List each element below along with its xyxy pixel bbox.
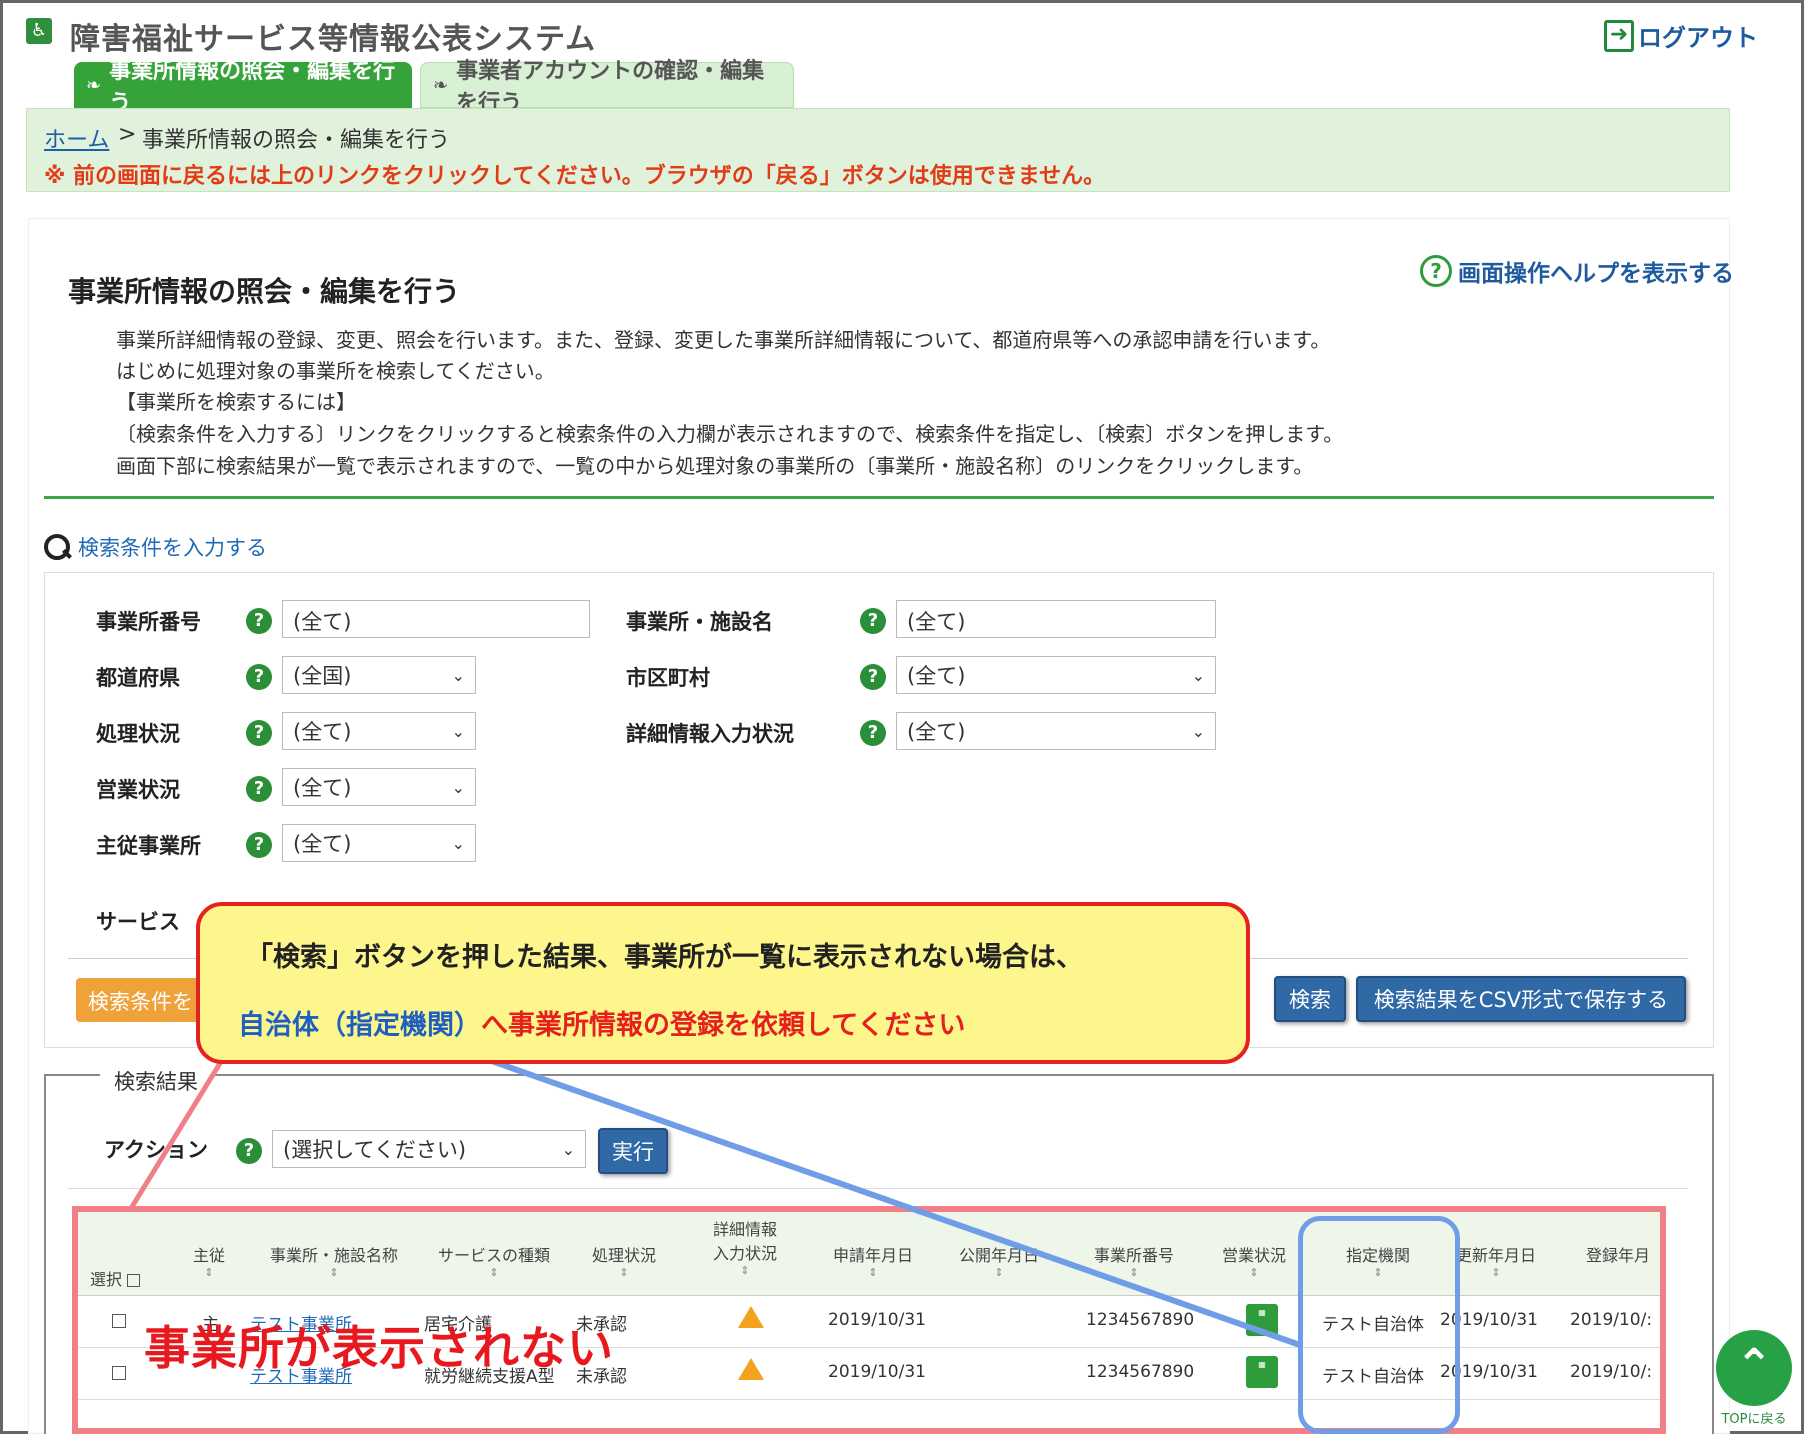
chevron-up-icon: ⌃ [1716, 1330, 1792, 1406]
annotation-connector-lines [127, 1042, 1301, 1348]
back-to-top-label: TOPに戻る [1721, 1412, 1787, 1427]
back-to-top-button[interactable]: ⌃ TOPに戻る [1716, 1330, 1792, 1427]
callout-request-text: へ事業所情報の登録を依頼してください [481, 1010, 966, 1041]
callout-agency-text: 自治体（指定機関） [238, 1010, 481, 1041]
annotation-blue-connector [445, 1042, 1301, 1348]
annotation-red-connector [127, 1058, 225, 1212]
callout-line-2: 自治体（指定機関）へ事業所情報の登録を依頼してください [238, 1003, 965, 1042]
callout-line-1: 「検索」ボタンを押した結果、事業所が一覧に表示されない場合は、 [246, 942, 1083, 973]
